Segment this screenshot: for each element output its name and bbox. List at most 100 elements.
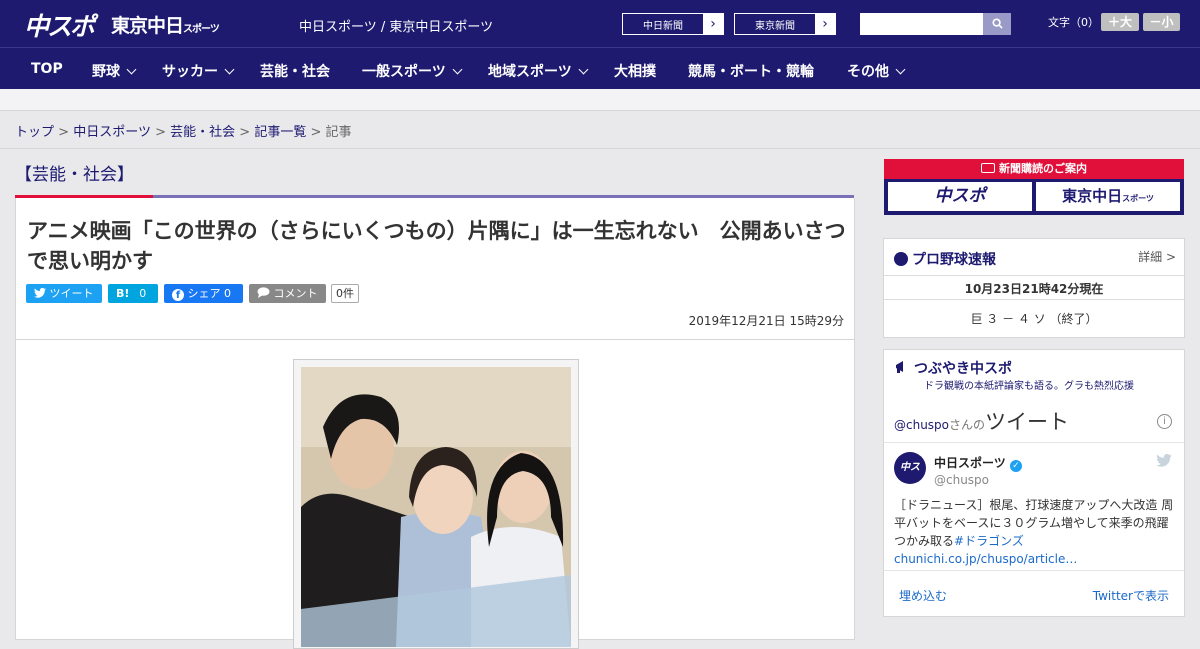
subscribe-tokyo-chunichi-button[interactable]: 東京中日スポーツ	[1036, 182, 1180, 211]
baseball-scores-title: プロ野球速報	[912, 252, 996, 268]
divider	[884, 275, 1184, 276]
article-photo[interactable]	[301, 367, 571, 647]
divider	[0, 148, 1200, 149]
tokyo-chunichi-logo-text: 東京中日	[111, 15, 184, 37]
article-header: アニメ映画「この世界の（さらにいくつもの）片隅に」は一生忘れない 公開あいさつで…	[15, 198, 855, 340]
breadcrumb-chunichi[interactable]: 中日スポーツ	[73, 125, 151, 140]
facebook-icon: f	[172, 289, 184, 301]
search-button[interactable]	[983, 13, 1011, 35]
comment-label: コメント	[273, 287, 318, 300]
tweet-user-name: 中日スポーツ	[934, 456, 1006, 470]
subscription-title: 新聞購読のご案内	[884, 159, 1184, 179]
chevron-down-icon	[224, 64, 235, 75]
breadcrumb-current: 記事	[325, 125, 352, 140]
baseball-time: 10月23日21時42分現在	[964, 282, 1104, 296]
chevron-down-icon	[126, 64, 137, 75]
font-larger-button[interactable]: ＋大	[1101, 13, 1139, 31]
nav-label: 競馬・ボート・競輪	[688, 64, 814, 80]
search-icon	[991, 18, 1003, 29]
tweet-button[interactable]: ツイート	[26, 284, 102, 303]
comment-count: 0件	[331, 284, 359, 303]
breadcrumb-sep: >	[310, 125, 322, 140]
subscribe-tokyo-chunichi-label: 東京中日	[1062, 187, 1123, 205]
hatena-icon: B!	[116, 287, 130, 300]
font-smaller-button[interactable]: －小	[1143, 13, 1180, 31]
divider	[884, 570, 1184, 571]
nav-top[interactable]: TOP	[31, 61, 63, 77]
tokyo-chunichi-logo[interactable]: 東京中日スポーツ	[111, 11, 220, 38]
subscribe-tokyo-chunichi-sub: スポーツ	[1122, 194, 1154, 203]
article-category[interactable]: 【芸能・社会】	[15, 160, 134, 185]
main-nav: TOP 野球 サッカー 芸能・社会 一般スポーツ 地域スポーツ 大相撲 競馬・ボ…	[0, 47, 1200, 89]
breadcrumb-sep: >	[58, 125, 70, 140]
facebook-share-button[interactable]: f シェア 0	[164, 284, 243, 303]
hatena-bookmark-button[interactable]: B! 0	[108, 284, 158, 303]
chunichi-shimbun-link[interactable]: 中日新聞 ›	[622, 13, 724, 35]
article-date: 2019年12月21日 15時29分	[688, 314, 844, 328]
nav-label: 地域スポーツ	[488, 64, 572, 80]
chevron-right-icon: ›	[703, 14, 723, 34]
comment-button[interactable]: コメント	[249, 284, 326, 303]
twitter-bird-icon[interactable]	[1156, 454, 1172, 467]
photo-illustration	[301, 367, 571, 647]
font-size-label: 文字（0）	[1048, 16, 1099, 29]
megaphone-icon	[896, 361, 903, 373]
subscribe-chuspo-button[interactable]: 中スポ	[888, 182, 1032, 211]
tweets-by-handle[interactable]: @chuspo	[894, 418, 949, 432]
avatar[interactable]: 中ス	[894, 452, 926, 484]
nav-local-sports[interactable]: 地域スポーツ	[488, 61, 589, 81]
nav-general-sports[interactable]: 一般スポーツ	[362, 61, 463, 81]
baseball-scores-box: プロ野球速報 詳細 > 10月23日21時42分現在 巨 ３ － ４ ソ （終了…	[883, 238, 1185, 338]
chunichi-shimbun-label: 中日新聞	[643, 21, 683, 32]
tweets-by-word: ツイート	[985, 410, 1070, 434]
facebook-share-count: 0	[224, 287, 231, 300]
subscription-title-text: 新聞購読のご案内	[999, 162, 1087, 175]
tsubuyaki-title: つぶやき中スポ	[914, 361, 1012, 377]
facebook-share-label: シェア	[187, 287, 221, 300]
nav-label: 野球	[92, 64, 120, 80]
tweets-by-suffix: さんの	[949, 418, 986, 432]
breadcrumb-list[interactable]: 記事一覧	[254, 125, 306, 140]
site-name: 中日スポーツ / 東京中日スポーツ	[299, 20, 494, 35]
chevron-down-icon	[452, 64, 463, 75]
twitter-bird-icon	[34, 287, 46, 298]
nav-entertainment[interactable]: 芸能・社会	[260, 61, 330, 81]
site-header: 中スポ 東京中日スポーツ 中日スポーツ / 東京中日スポーツ 中日新聞 › 東京…	[0, 0, 1200, 47]
article-photo-frame	[293, 359, 579, 649]
nav-other[interactable]: その他	[847, 61, 906, 81]
embed-link[interactable]: 埋め込む	[899, 587, 947, 604]
tweet-user[interactable]: 中日スポーツ ✓	[934, 454, 1022, 472]
baseball-detail-link[interactable]: 詳細 >	[1138, 248, 1176, 265]
breadcrumb-category[interactable]: 芸能・社会	[170, 125, 235, 140]
baseball-score[interactable]: 巨 ３ － ４ ソ （終了）	[884, 310, 1184, 327]
tweet-text: ［ドラニュース］根尾、打球速度アップへ大改造 周平バットをベースに３０グラム増や…	[894, 496, 1176, 568]
chevron-right-icon: ›	[815, 14, 835, 34]
tokyo-chunichi-logo-sub: スポーツ	[183, 24, 220, 35]
tweet-screen-name[interactable]: @chuspo	[934, 473, 989, 487]
nav-label: サッカー	[162, 64, 218, 80]
view-on-twitter-link[interactable]: Twitterで表示	[1093, 587, 1169, 604]
nav-label: その他	[847, 64, 889, 80]
tokyo-shimbun-link[interactable]: 東京新聞 ›	[734, 13, 836, 35]
subscription-banner: 新聞購読のご案内 中スポ 東京中日スポーツ	[884, 159, 1184, 215]
breadcrumb-top[interactable]: トップ	[15, 125, 54, 140]
nav-sumo[interactable]: 大相撲	[614, 61, 656, 81]
nav-baseball[interactable]: 野球	[92, 61, 137, 81]
nav-racing[interactable]: 競馬・ボート・競輪	[688, 61, 814, 81]
search-input[interactable]	[860, 13, 983, 35]
tsubuyaki-subtitle: ドラ観戦の本紙評論家も語る。グラも熱烈応援	[924, 381, 1134, 392]
tsubuyaki-header: つぶやき中スポ	[894, 358, 1012, 378]
chevron-down-icon	[578, 64, 589, 75]
nav-soccer[interactable]: サッカー	[162, 61, 235, 81]
info-icon[interactable]: i	[1157, 414, 1172, 429]
breadcrumb: トップ > 中日スポーツ > 芸能・社会 > 記事一覧 > 記事	[15, 121, 352, 140]
tokyo-shimbun-label: 東京新聞	[755, 21, 795, 32]
nav-label: 大相撲	[614, 64, 656, 80]
tweet-label: ツイート	[49, 287, 94, 300]
baseball-icon	[894, 252, 908, 266]
tweet-link[interactable]: chunichi.co.jp/chuspo/article…	[894, 552, 1077, 566]
chevron-down-icon	[895, 64, 906, 75]
tweet-hashtag[interactable]: #ドラゴンズ	[954, 534, 1024, 548]
tweet-body: ［ドラニュース］根尾、打球速度アップへ大改造 周平バットをベースに３０グラム増や…	[894, 498, 1174, 548]
chuspo-logo[interactable]: 中スポ	[24, 7, 95, 43]
